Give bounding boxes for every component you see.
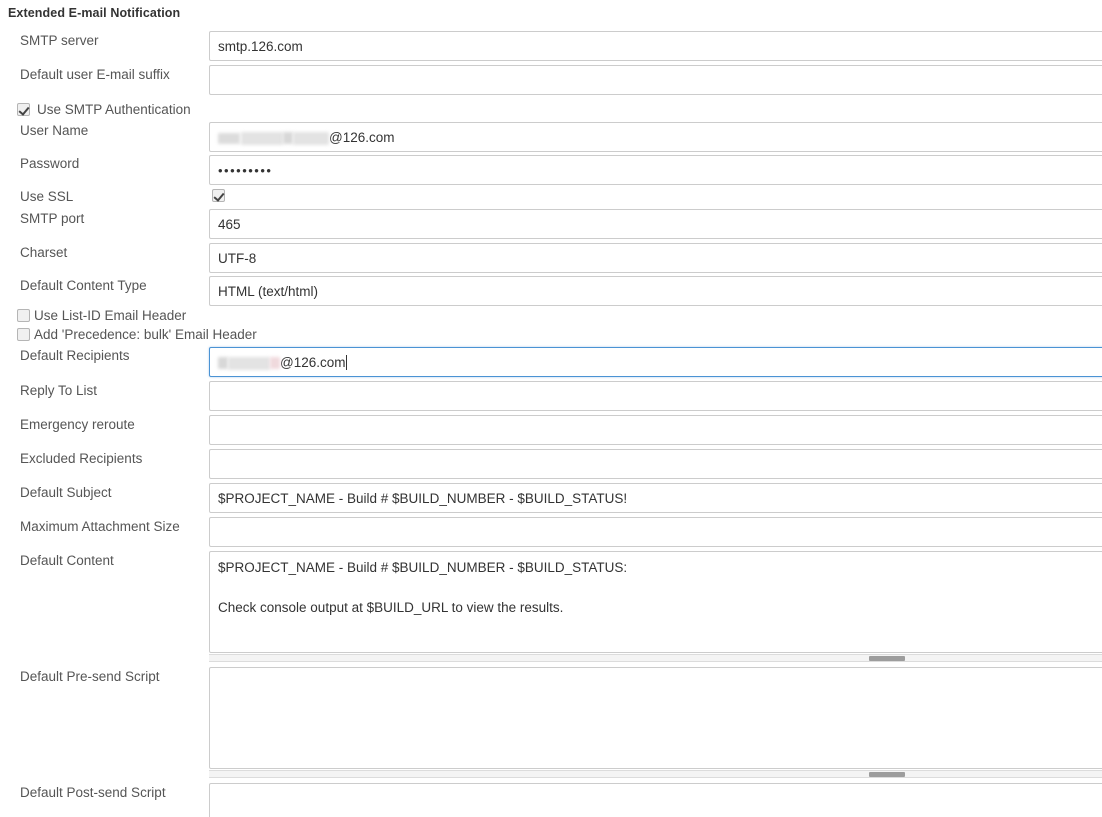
default-presend-resize-bar[interactable] xyxy=(209,770,1102,778)
default-recipients-input[interactable]: @126.com xyxy=(209,347,1102,377)
redacted-text xyxy=(218,132,240,144)
emergency-reroute-input[interactable] xyxy=(209,415,1102,445)
label-max-attachment-size: Maximum Attachment Size xyxy=(20,519,180,534)
redacted-text xyxy=(228,356,270,370)
default-postsend-script-textarea[interactable] xyxy=(209,783,1102,817)
label-reply-to-list: Reply To List xyxy=(20,383,98,398)
label-password: Password xyxy=(20,156,80,171)
extended-email-notification-form: Extended E-mail Notification SMTP server… xyxy=(0,0,1102,817)
label-excluded-recipients: Excluded Recipients xyxy=(20,451,143,466)
redacted-text xyxy=(241,131,283,145)
excluded-recipients-input[interactable] xyxy=(209,449,1102,479)
password-input[interactable]: ••••••••• xyxy=(209,155,1102,185)
charset-input[interactable]: UTF-8 xyxy=(209,243,1102,273)
label-default-recipients: Default Recipients xyxy=(20,348,130,363)
use-smtp-authentication-checkbox[interactable] xyxy=(17,103,30,116)
user-name-domain: @126.com xyxy=(329,130,395,145)
label-charset: Charset xyxy=(20,245,68,260)
default-content-textarea[interactable]: $PROJECT_NAME - Build # $BUILD_NUMBER - … xyxy=(209,551,1102,653)
label-smtp-server: SMTP server xyxy=(20,33,99,48)
use-list-id-checkbox[interactable] xyxy=(17,309,30,322)
resize-grip-icon[interactable] xyxy=(869,772,905,777)
label-use-list-id: Use List-ID Email Header xyxy=(34,308,187,323)
max-attachment-size-input[interactable] xyxy=(209,517,1102,547)
label-user-name: User Name xyxy=(20,123,89,138)
email-suffix-input[interactable] xyxy=(209,65,1102,95)
label-use-smtp-authentication: Use SMTP Authentication xyxy=(37,102,191,117)
redacted-text xyxy=(218,357,228,370)
label-content-type: Default Content Type xyxy=(20,278,147,293)
user-name-input[interactable]: @126.com xyxy=(209,122,1102,152)
label-default-subject: Default Subject xyxy=(20,485,112,500)
label-default-presend-script: Default Pre-send Script xyxy=(20,669,160,684)
redacted-text xyxy=(283,132,293,145)
label-default-content: Default Content xyxy=(20,553,114,568)
redacted-text xyxy=(293,131,329,145)
redacted-text xyxy=(270,357,280,370)
label-smtp-port: SMTP port xyxy=(20,211,85,226)
precedence-bulk-checkbox[interactable] xyxy=(17,328,30,341)
label-emergency-reroute: Emergency reroute xyxy=(20,417,135,432)
label-email-suffix: Default user E-mail suffix xyxy=(20,67,170,82)
label-use-ssl: Use SSL xyxy=(20,189,74,204)
reply-to-list-input[interactable] xyxy=(209,381,1102,411)
default-content-resize-bar[interactable] xyxy=(209,654,1102,662)
default-subject-input[interactable]: $PROJECT_NAME - Build # $BUILD_NUMBER - … xyxy=(209,483,1102,513)
label-default-postsend-script: Default Post-send Script xyxy=(20,785,166,800)
text-caret xyxy=(346,355,348,370)
smtp-port-input[interactable]: 465 xyxy=(209,209,1102,239)
content-type-select[interactable]: HTML (text/html) xyxy=(209,276,1102,306)
use-ssl-checkbox[interactable] xyxy=(212,189,225,202)
default-presend-script-textarea[interactable] xyxy=(209,667,1102,769)
section-title: Extended E-mail Notification xyxy=(8,6,181,20)
resize-grip-icon[interactable] xyxy=(869,656,905,661)
label-precedence-bulk: Add 'Precedence: bulk' Email Header xyxy=(34,327,257,342)
smtp-server-input[interactable]: smtp.126.com xyxy=(209,31,1102,61)
default-recipients-domain: @126.com xyxy=(280,355,346,370)
